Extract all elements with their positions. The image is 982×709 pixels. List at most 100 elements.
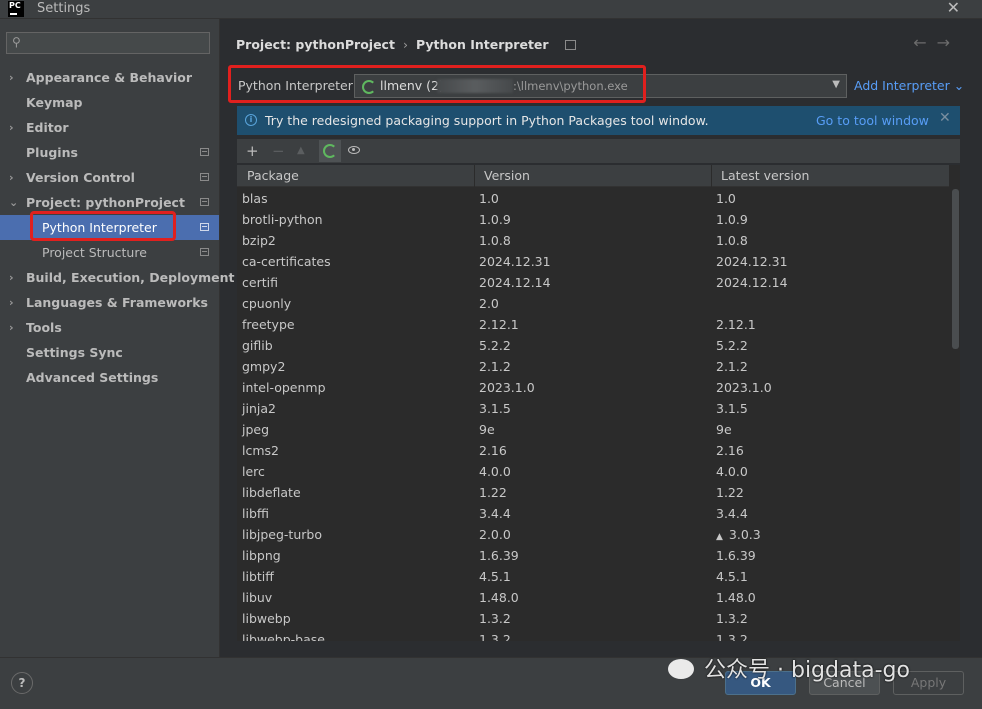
sidebar-item-label: Project Structure (42, 245, 147, 260)
package-name-cell: blas (242, 191, 268, 206)
forward-arrow-icon[interactable]: → (937, 33, 960, 52)
chevron-right-icon[interactable]: › (9, 265, 14, 290)
info-banner: i Try the redesigned packaging support i… (237, 106, 960, 135)
version-cell: 4.5.1 (479, 569, 511, 584)
package-name-cell: ca-certificates (242, 254, 331, 269)
sidebar-item-label: Version Control (26, 170, 135, 185)
back-arrow-icon[interactable]: ← (913, 33, 936, 52)
package-name-cell: libffi (242, 506, 269, 521)
latest-version-cell: 1.0 (716, 191, 736, 206)
table-row[interactable]: libwebp 1.3.2 1.3.2 (237, 608, 949, 629)
chevron-right-icon[interactable]: › (9, 315, 14, 340)
table-row[interactable]: jinja2 3.1.5 3.1.5 (237, 398, 949, 419)
chevron-right-icon[interactable]: › (9, 115, 14, 140)
chevron-right-icon[interactable]: › (9, 290, 14, 315)
sidebar-item[interactable]: › Appearance & Behavior (0, 65, 219, 90)
package-name-cell: freetype (242, 317, 295, 332)
info-icon: i (245, 114, 257, 126)
table-row[interactable]: giflib 5.2.2 5.2.2 (237, 335, 949, 356)
table-row[interactable]: libdeflate 1.22 1.22 (237, 482, 949, 503)
refresh-button[interactable] (319, 140, 341, 162)
upgrade-available-icon: ▲ (716, 532, 723, 542)
version-cell: 2.16 (479, 443, 507, 458)
latest-version-cell: 1.6.39 (716, 548, 756, 563)
latest-version-cell: 1.48.0 (716, 590, 756, 605)
latest-version-cell: 5.2.2 (716, 338, 748, 353)
table-row[interactable]: blas 1.0 1.0 (237, 188, 949, 209)
column-header-version[interactable]: Version (484, 168, 530, 183)
sidebar-item[interactable]: › Build, Execution, Deployment (0, 265, 234, 290)
version-cell: 1.3.2 (479, 611, 511, 626)
chevron-right-icon[interactable]: › (9, 65, 14, 90)
sidebar-item-label: Advanced Settings (26, 370, 159, 385)
package-name-cell: certifi (242, 275, 278, 290)
version-cell: 1.6.39 (479, 548, 519, 563)
search-icon: ⚲ (12, 35, 21, 49)
sidebar-item[interactable]: Project Structure (0, 240, 219, 265)
chevron-down-icon[interactable]: ⌄ (9, 190, 18, 215)
breadcrumb-page: Python Interpreter (415, 37, 549, 52)
package-name-cell: jinja2 (242, 401, 276, 416)
latest-version-cell: 4.5.1 (716, 569, 748, 584)
latest-version-cell: 1.22 (716, 485, 744, 500)
package-name-cell: libjpeg-turbo (242, 527, 322, 542)
project-settings-icon (564, 39, 576, 50)
table-row[interactable]: lerc 4.0.0 4.0.0 (237, 461, 949, 482)
version-cell: 2.1.2 (479, 359, 511, 374)
sidebar-item[interactable]: › Editor (0, 115, 219, 140)
sidebar-item[interactable]: › Tools (0, 315, 219, 340)
sidebar-item[interactable]: Settings Sync (0, 340, 219, 365)
upgrade-package-icon[interactable]: ▲ (297, 141, 305, 161)
table-row[interactable]: jpeg 9e 9e (237, 419, 949, 440)
package-name-cell: lcms2 (242, 443, 279, 458)
scrollbar-thumb[interactable] (952, 189, 959, 349)
version-cell: 4.0.0 (479, 464, 511, 479)
sidebar-item[interactable]: › Version Control (0, 165, 219, 190)
table-row[interactable]: libwebp-base 1.3.2 1.3.2 (237, 629, 949, 641)
sidebar-item[interactable]: › Languages & Frameworks (0, 290, 219, 315)
table-row[interactable]: gmpy2 2.1.2 2.1.2 (237, 356, 949, 377)
table-row[interactable]: intel-openmp 2023.1.0 2023.1.0 (237, 377, 949, 398)
sidebar-item[interactable]: Keymap (0, 90, 219, 115)
table-row[interactable]: cpuonly 2.0 (237, 293, 949, 314)
table-row[interactable]: libtiff 4.5.1 4.5.1 (237, 566, 949, 587)
version-cell: 2.12.1 (479, 317, 519, 332)
package-name-cell: cpuonly (242, 296, 292, 311)
table-row[interactable]: bzip2 1.0.8 1.0.8 (237, 230, 949, 251)
table-row[interactable]: libjpeg-turbo 2.0.0 ▲ 3.0.3 (237, 524, 949, 545)
table-row[interactable]: brotli-python 1.0.9 1.0.9 (237, 209, 949, 230)
highlight-annotation (228, 65, 646, 103)
table-row[interactable]: libffi 3.4.4 3.4.4 (237, 503, 949, 524)
go-to-tool-window-link[interactable]: Go to tool window (816, 113, 929, 128)
latest-version-cell: 2.12.1 (716, 317, 756, 332)
column-header-latest-version[interactable]: Latest version (721, 168, 809, 183)
remove-package-icon[interactable]: − (272, 141, 285, 161)
chevron-right-icon[interactable]: › (9, 165, 14, 190)
help-icon[interactable]: ? (11, 672, 33, 694)
breadcrumb: Project: pythonProject › Python Interprete… (236, 36, 576, 54)
sidebar-item[interactable]: Plugins (0, 140, 219, 165)
version-cell: 1.0 (479, 191, 499, 206)
table-row[interactable]: libuv 1.48.0 1.48.0 (237, 587, 949, 608)
dropdown-arrow-icon[interactable]: ▼ (832, 79, 840, 90)
column-header-package[interactable]: Package (247, 168, 299, 183)
eye-icon[interactable] (348, 146, 360, 154)
settings-search-input[interactable]: ⚲ (6, 32, 210, 54)
close-window-icon[interactable]: ✕ (947, 0, 960, 17)
sidebar-item-label: Build, Execution, Deployment (26, 270, 235, 285)
table-row[interactable]: lcms2 2.16 2.16 (237, 440, 949, 461)
table-row[interactable]: libpng 1.6.39 1.6.39 (237, 545, 949, 566)
watermark-text: 公众号 · bigdata-go (704, 658, 910, 683)
table-row[interactable]: certifi 2024.12.14 2024.12.14 (237, 272, 949, 293)
packages-table: Package Version Latest version blas 1.0 1.… (237, 165, 960, 641)
table-row[interactable]: ca-certificates 2024.12.31 2024.12.31 (237, 251, 949, 272)
sidebar-item[interactable]: Advanced Settings (0, 365, 219, 390)
close-banner-icon[interactable]: ✕ (939, 110, 951, 126)
add-package-icon[interactable]: + (246, 141, 259, 161)
latest-version-cell: 1.0.8 (716, 233, 748, 248)
add-interpreter-link[interactable]: Add Interpreter ⌄ (854, 78, 964, 93)
version-cell: 1.0.9 (479, 212, 511, 227)
project-settings-icon (200, 198, 209, 206)
latest-version-cell: 9e (716, 422, 732, 437)
table-row[interactable]: freetype 2.12.1 2.12.1 (237, 314, 949, 335)
